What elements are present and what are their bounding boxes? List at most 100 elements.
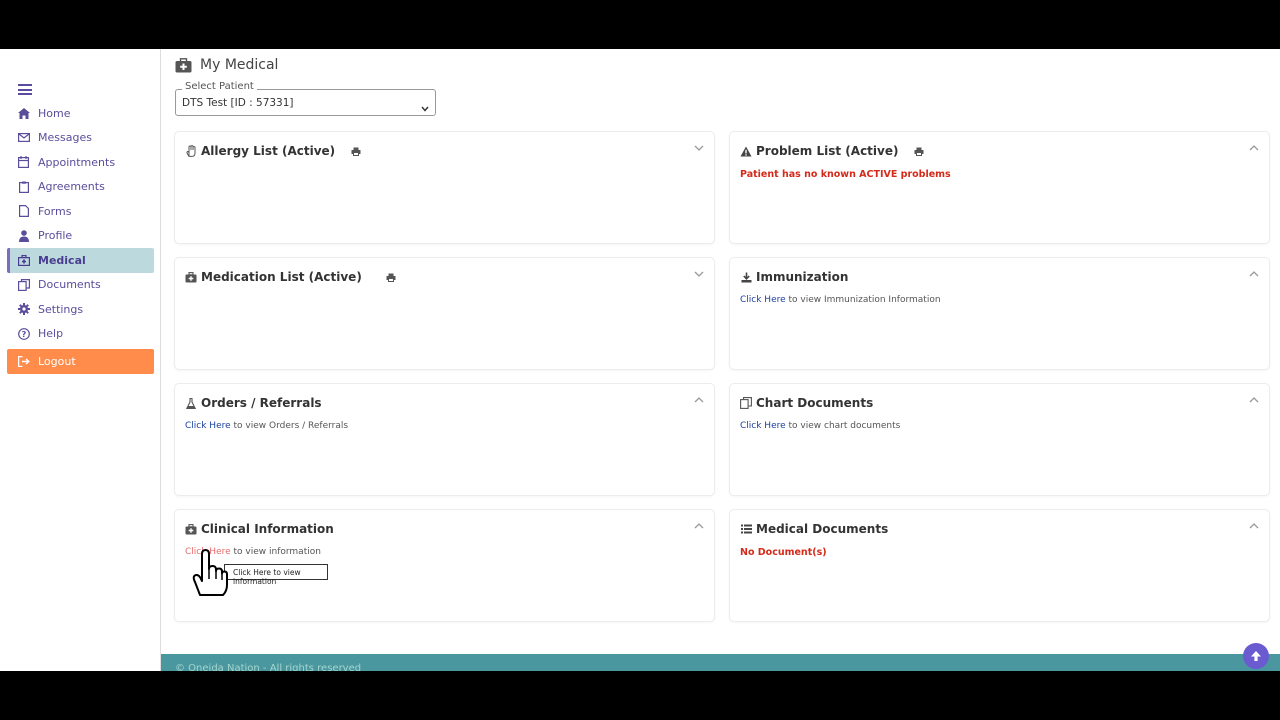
sidebar-item-forms[interactable]: Forms: [7, 199, 154, 224]
sidebar-item-label: Forms: [38, 204, 72, 218]
hamburger-menu-icon[interactable]: [18, 84, 32, 95]
page-title: My Medical: [175, 57, 278, 73]
medical-documents-card: Medical Documents No Document(s): [729, 509, 1270, 622]
chevron-down-icon[interactable]: [694, 271, 704, 277]
sidebar-item-label: Appointments: [38, 155, 116, 169]
sign-out-icon: [17, 355, 30, 368]
chevron-up-icon[interactable]: [1249, 271, 1259, 277]
chevron-up-icon[interactable]: [694, 523, 704, 529]
sidebar-item-agreements[interactable]: Agreements: [7, 175, 154, 200]
tooltip: Click Here to view information: [224, 564, 328, 586]
sidebar-item-messages[interactable]: Messages: [7, 126, 154, 151]
card-title: Allergy List (Active): [201, 144, 336, 158]
sidebar-item-label: Logout: [38, 354, 76, 368]
medkit-icon: [185, 523, 197, 535]
sidebar-item-documents[interactable]: Documents: [7, 273, 154, 298]
medkit-icon: [175, 57, 192, 73]
problem-list-card: Problem List (Active) Patient has no kno…: [729, 131, 1270, 244]
sidebar-item-help[interactable]: ? Help: [7, 322, 154, 347]
hand-cursor-icon: [190, 549, 228, 601]
card-body: Click Here to view Orders / Referrals: [185, 421, 348, 431]
card-title: Chart Documents: [756, 396, 874, 410]
footer: © Oneida Nation - All rights reserved: [161, 654, 1280, 671]
card-title: Medical Documents: [756, 522, 889, 536]
no-documents-message: No Document(s): [740, 547, 827, 558]
sidebar-item-profile[interactable]: Profile: [7, 224, 154, 249]
chevron-up-icon[interactable]: [1249, 523, 1259, 529]
medkit-icon: [17, 254, 30, 267]
copy-icon: [740, 397, 752, 409]
sidebar-item-medical[interactable]: Medical: [7, 248, 154, 273]
envelope-icon: [17, 131, 30, 144]
sidebar-item-label: Messages: [38, 131, 92, 145]
sidebar: Home Messages Appointments Agreements Fo…: [0, 49, 161, 671]
sidebar-nav: Home Messages Appointments Agreements Fo…: [7, 101, 154, 374]
print-icon[interactable]: [351, 147, 361, 156]
sidebar-item-label: Settings: [38, 302, 84, 316]
card-body: No Document(s): [740, 547, 827, 558]
card-body: Patient has no known ACTIVE problems: [740, 169, 951, 180]
chevron-up-icon[interactable]: [1249, 397, 1259, 403]
orders-referrals-card: Orders / Referrals Click Here to view Or…: [174, 383, 715, 496]
card-header[interactable]: Chart Documents: [740, 394, 1259, 412]
patient-select-label: Select Patient: [182, 81, 257, 92]
file-icon: [17, 205, 30, 218]
download-icon: [740, 271, 752, 283]
allergy-list-card: Allergy List (Active): [174, 131, 715, 244]
chart-documents-card: Chart Documents Click Here to view chart…: [729, 383, 1270, 496]
print-icon[interactable]: [386, 273, 396, 282]
card-body: Click Here to view chart documents: [740, 421, 900, 431]
sidebar-item-home[interactable]: Home: [7, 101, 154, 126]
card-title: Medication List (Active): [201, 270, 362, 284]
sidebar-item-settings[interactable]: Settings: [7, 297, 154, 322]
question-icon: ?: [17, 327, 30, 340]
card-header[interactable]: Immunization: [740, 268, 1259, 286]
sidebar-item-label: Profile: [38, 229, 73, 243]
clipboard-icon: [17, 180, 30, 193]
sidebar-item-label: Agreements: [38, 180, 105, 194]
warning-icon: [740, 145, 752, 157]
medkit-icon: [185, 271, 197, 283]
chevron-down-icon: [421, 97, 429, 116]
chart-documents-link[interactable]: Click Here: [740, 421, 786, 431]
patient-select[interactable]: Select Patient DTS Test [ID : 57331]: [175, 81, 436, 116]
list-icon: [740, 523, 752, 535]
card-header[interactable]: Medication List (Active): [185, 268, 704, 286]
sidebar-item-label: Medical: [38, 253, 86, 267]
chevron-up-icon[interactable]: [1249, 145, 1259, 151]
orders-referrals-link[interactable]: Click Here: [185, 421, 231, 431]
sidebar-item-label: Help: [38, 327, 64, 341]
card-header[interactable]: Allergy List (Active): [185, 142, 704, 160]
immunization-link[interactable]: Click Here: [740, 295, 786, 305]
copy-icon: [17, 278, 30, 291]
sidebar-item-label: Documents: [38, 278, 101, 292]
card-title: Problem List (Active): [756, 144, 899, 158]
calendar-icon: [17, 156, 30, 169]
card-header[interactable]: Problem List (Active): [740, 142, 1259, 160]
card-title: Orders / Referrals: [201, 396, 322, 410]
print-icon[interactable]: [914, 147, 924, 156]
card-title: Immunization: [756, 270, 849, 284]
card-header[interactable]: Clinical Information: [185, 520, 704, 538]
home-icon: [17, 107, 30, 120]
footer-text: © Oneida Nation - All rights reserved: [175, 663, 362, 671]
card-title: Clinical Information: [201, 522, 334, 536]
chevron-down-icon[interactable]: [694, 145, 704, 151]
page-title-text: My Medical: [200, 57, 279, 73]
no-problems-message: Patient has no known ACTIVE problems: [740, 169, 951, 180]
card-header[interactable]: Orders / Referrals: [185, 394, 704, 412]
sidebar-item-appointments[interactable]: Appointments: [7, 150, 154, 175]
card-body: Click Here to view Immunization Informat…: [740, 295, 941, 305]
immunization-card: Immunization Click Here to view Immuniza…: [729, 257, 1270, 370]
patient-select-value: DTS Test [ID : 57331]: [182, 97, 294, 109]
gear-icon: [17, 303, 30, 316]
medication-list-card: Medication List (Active): [174, 257, 715, 370]
scroll-to-top-button[interactable]: [1243, 643, 1269, 669]
sidebar-item-label: Home: [38, 106, 71, 120]
chevron-up-icon[interactable]: [694, 397, 704, 403]
card-header[interactable]: Medical Documents: [740, 520, 1259, 538]
flask-icon: [185, 397, 197, 409]
link-description: to view Orders / Referrals: [230, 421, 349, 431]
sidebar-item-logout[interactable]: Logout: [7, 349, 154, 374]
svg-text:?: ?: [21, 330, 26, 339]
